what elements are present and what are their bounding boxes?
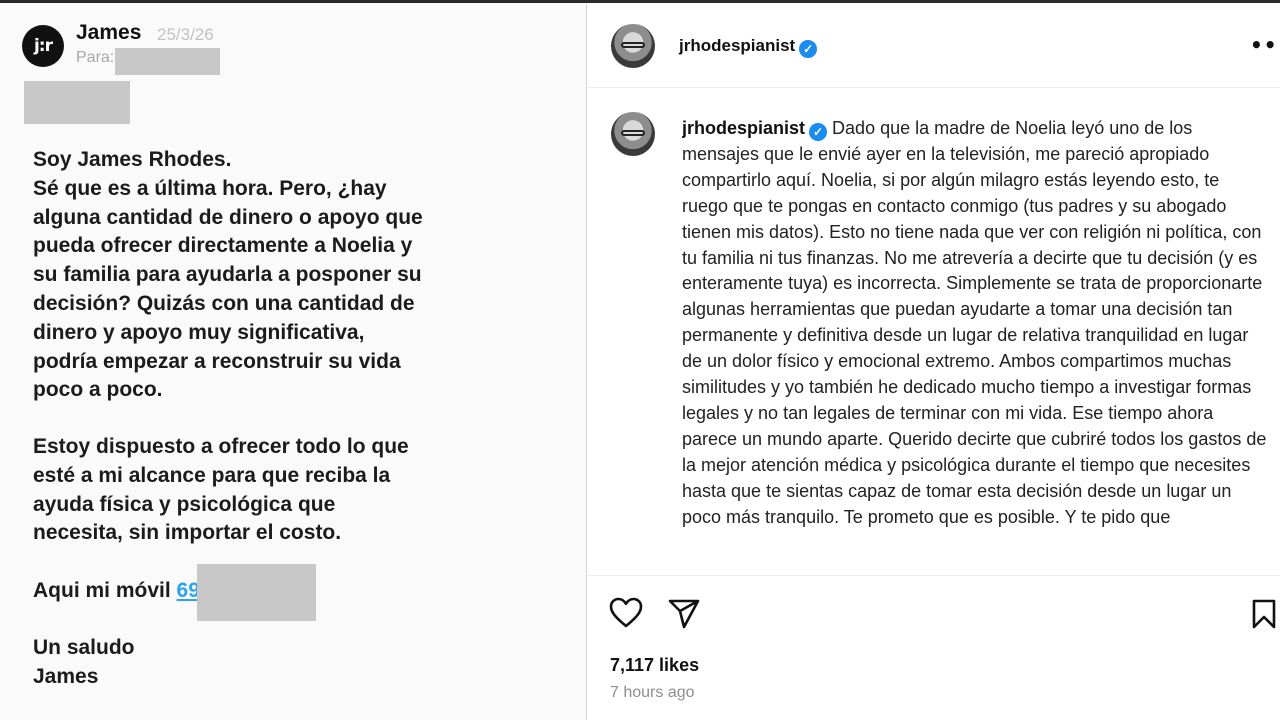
post-caption: jrhodespianist ✓ Dado que la madre de Noe… [682, 116, 1267, 575]
recipient-label: Para: [76, 49, 115, 66]
verified-icon: ✓ [799, 40, 818, 58]
likes-count[interactable]: 7,117 likes [610, 655, 699, 676]
caption-text: Dado que la madre de Noelia leyó uno de … [682, 118, 1267, 527]
sender-logo: j:r [22, 25, 64, 67]
header-avatar[interactable] [611, 24, 655, 68]
message-date: 25/3/26 [157, 25, 214, 44]
more-icon[interactable]: ••• [1250, 33, 1280, 57]
bookmark-icon[interactable] [1251, 598, 1277, 630]
post-timestamp[interactable]: 7 hours ago [610, 684, 695, 702]
message-signoff: Un saludo James [33, 636, 135, 688]
redacted-phone [197, 564, 316, 621]
share-icon[interactable] [667, 598, 701, 630]
post-username[interactable]: jrhodespianist ✓ [679, 36, 818, 58]
message-paragraph-2: Estoy dispuesto a ofrecer todo lo que es… [33, 435, 409, 545]
instagram-post: jrhodespianist✓ ••• jrhodespianist✓ Dado… [587, 3, 1280, 720]
sender-name: James [76, 21, 142, 44]
message-paragraph-1: Soy James Rhodes. Sé que es a última hor… [33, 148, 423, 402]
actions-separator [587, 575, 1280, 576]
header-separator [587, 87, 1280, 88]
redacted-block [24, 81, 130, 124]
username-text[interactable]: jrhodespianist [679, 36, 795, 55]
caption-avatar[interactable] [611, 112, 655, 156]
redacted-recipient [115, 48, 220, 75]
message-panel: j:r James 25/3/26 Para: Soy James Rhodes… [0, 3, 586, 720]
heart-icon[interactable] [609, 597, 643, 629]
caption-username[interactable]: jrhodespianist ✓ [682, 118, 828, 141]
caption-username-text[interactable]: jrhodespianist [682, 118, 805, 138]
caption-verified-icon: ✓ [809, 123, 828, 141]
phone-label: Aqui mi móvil [33, 579, 177, 602]
